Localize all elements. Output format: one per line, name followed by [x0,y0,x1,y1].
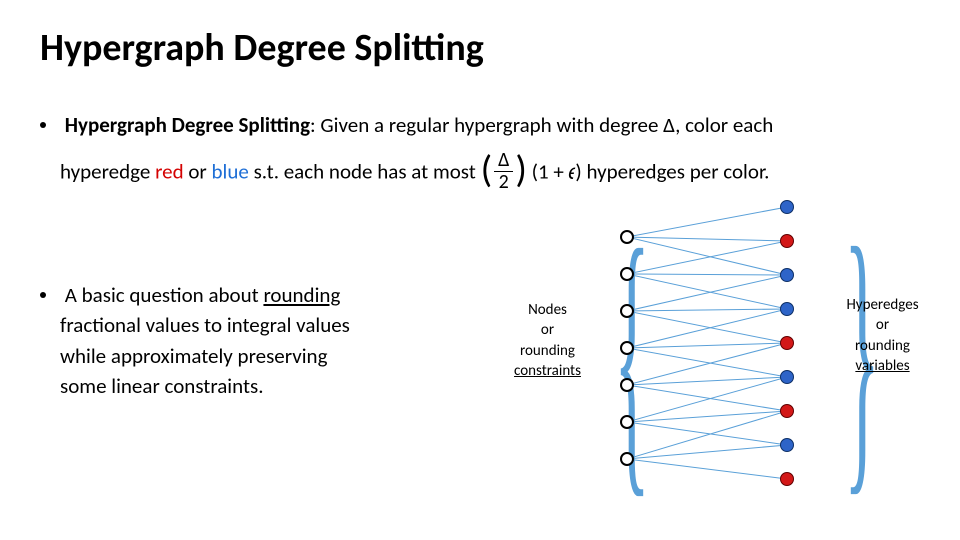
right-node [780,336,794,350]
right-node [780,200,794,214]
left-node [620,230,634,244]
definition-given: : Given a regular hypergraph with degree… [310,112,773,138]
def-tail: hyperedges per color. [586,159,769,185]
right-label-l2: or [876,316,889,334]
left-node [620,452,634,466]
question-line1: A basic question about rounding [65,282,341,308]
right-node [780,302,794,316]
right-label-l4: variables [855,357,909,375]
left-label-l1: Nodes [528,301,567,319]
right-node [780,234,794,248]
left-label: Nodes or rounding constraints [500,300,595,381]
right-node [780,268,794,282]
def-red: red [155,159,184,185]
q-line4: some linear constraints. [60,371,460,401]
left-node [620,304,634,318]
fraction-num: Δ [494,150,513,172]
left-label-l3: rounding [520,342,575,360]
bipartite-diagram: { { Nodes or rounding constraints Hypere… [500,195,930,530]
left-node [620,341,634,355]
def-blue: blue [212,159,249,185]
right-label-l1: Hyperedges [846,296,918,314]
def-or: or [184,159,212,185]
left-node [620,267,634,281]
right-label: Hyperedges or rounding variables [835,295,930,376]
slide: Hypergraph Degree Splitting Hypergraph D… [0,0,960,540]
right-node [780,370,794,384]
right-node [780,438,794,452]
left-label-l2: or [541,321,554,339]
definition-bullet: Hypergraph Degree Splitting: Given a reg… [40,110,910,202]
question-bullet: A basic question about rounding fraction… [40,280,460,402]
left-node [620,378,634,392]
bullet-icon [40,292,46,298]
right-node [780,472,794,486]
right-node [780,404,794,418]
def-line2-b: s.t. each node has at most [249,159,481,185]
slide-title: Hypergraph Degree Splitting [40,25,484,71]
definition-label: Hypergraph Degree Splitting [65,112,310,138]
left-label-l4: constraints [514,362,581,380]
q-line1-a: A basic question about [65,282,264,308]
def-line2-a: hyperedge [60,159,155,185]
bullet-icon [40,122,46,128]
paren-close-icon: ) [515,147,527,193]
right-label-l3: rounding [855,337,910,355]
q-line3: while approximately preserving [60,341,460,371]
paren-open-icon: ( [481,147,493,193]
fraction-den: 2 [494,172,513,193]
def-one-plus-eps: (1 + 𝜖) [527,159,587,185]
definition-line2: hyperedge red or blue s.t. each node has… [60,146,910,201]
q-line2: fractional values to integral values [60,310,460,340]
q-rounding: rounding [263,282,340,308]
left-node [620,415,634,429]
fraction: Δ2 [494,150,513,193]
